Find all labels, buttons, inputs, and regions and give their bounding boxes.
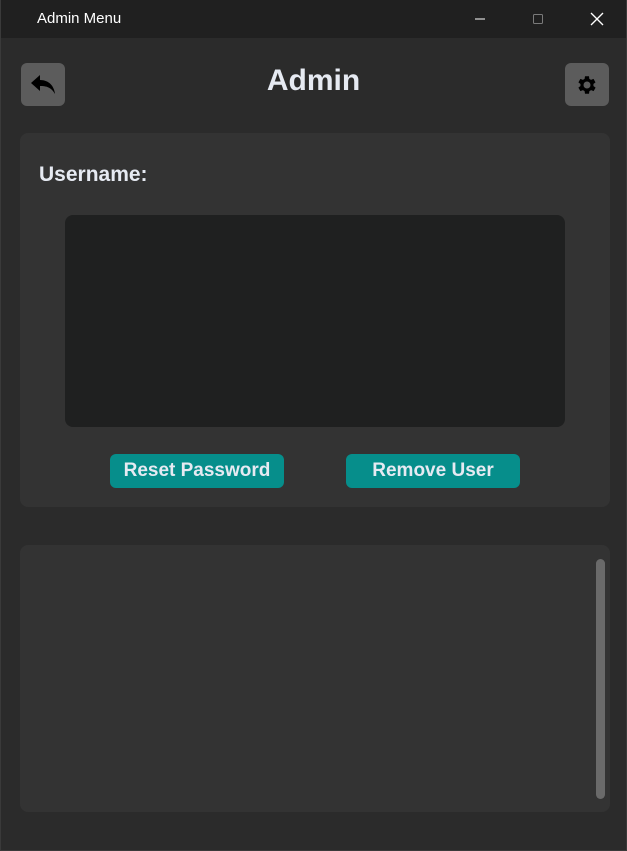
minimize-button[interactable] bbox=[451, 0, 509, 38]
admin-window: Admin Menu Admin Username: Reset Passwor… bbox=[0, 0, 627, 851]
minimize-icon bbox=[475, 18, 485, 20]
username-list[interactable] bbox=[65, 215, 565, 427]
window-title: Admin Menu bbox=[37, 10, 122, 27]
title-bar[interactable]: Admin Menu bbox=[1, 0, 626, 38]
reset-password-button[interactable]: Reset Password bbox=[110, 454, 284, 488]
close-icon bbox=[590, 12, 604, 26]
output-panel[interactable] bbox=[20, 545, 610, 812]
page-title: Admin bbox=[266, 64, 361, 97]
close-button[interactable] bbox=[568, 0, 626, 38]
maximize-button[interactable] bbox=[509, 0, 567, 38]
user-management-card: Username: Reset Password Remove User bbox=[20, 133, 610, 507]
remove-user-button[interactable]: Remove User bbox=[346, 454, 520, 488]
settings-button[interactable] bbox=[565, 63, 609, 106]
gear-icon bbox=[578, 75, 596, 94]
scrollbar[interactable] bbox=[596, 559, 605, 799]
maximize-icon bbox=[533, 14, 543, 24]
username-label: Username: bbox=[39, 163, 148, 186]
